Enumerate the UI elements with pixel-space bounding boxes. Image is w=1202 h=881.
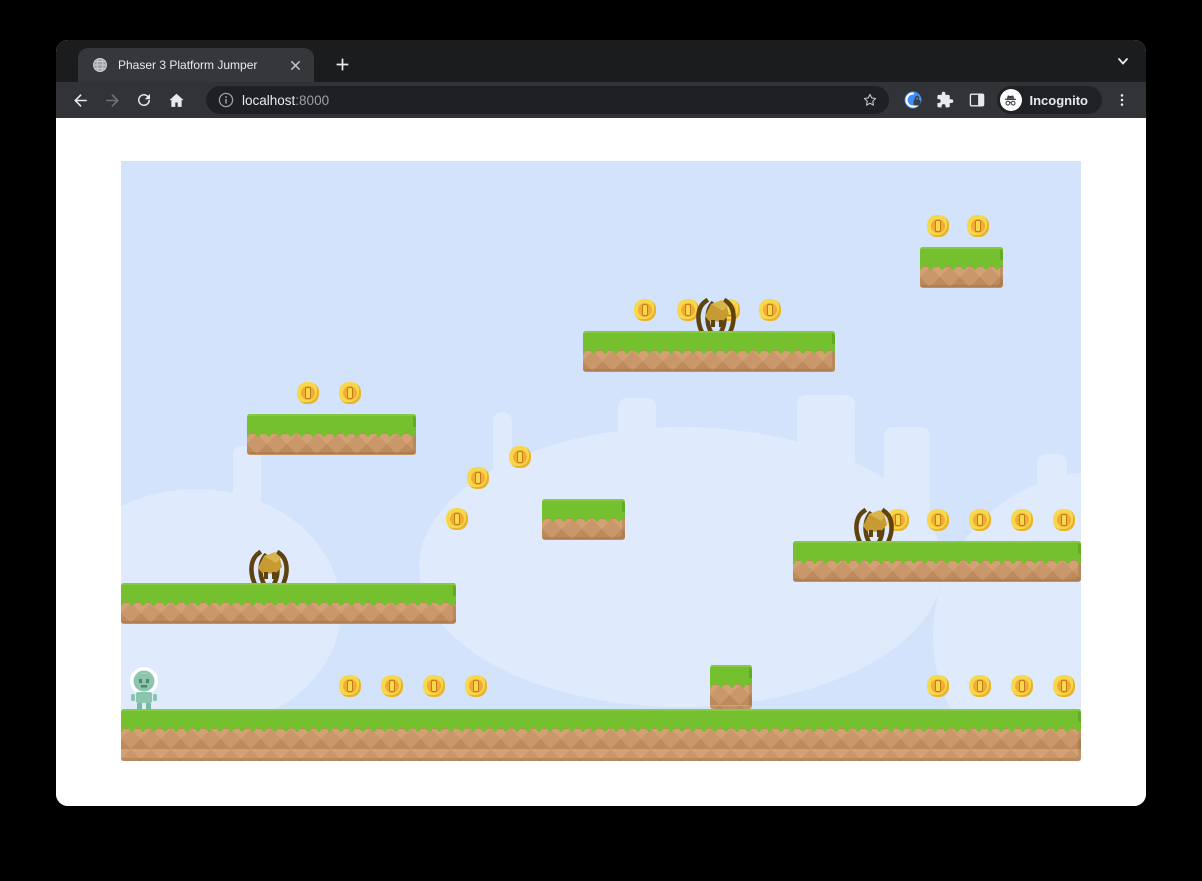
url-port[interactable]: :8000 <box>295 93 329 108</box>
grass-edge <box>583 344 835 354</box>
player <box>126 666 162 715</box>
platform-center-small <box>542 499 625 540</box>
extensions-puzzle-icon[interactable] <box>931 86 959 114</box>
coin <box>759 299 781 321</box>
privacy-extension-icon[interactable] <box>899 86 927 114</box>
platform-left-mid <box>247 414 416 455</box>
grass-edge <box>121 722 1081 732</box>
tab-close-icon[interactable] <box>286 56 304 74</box>
grass-top <box>710 665 752 678</box>
grass-top <box>247 414 416 427</box>
coin <box>381 675 403 697</box>
favicon-globe-icon <box>92 57 108 73</box>
coin <box>446 508 468 530</box>
tab-strip: Phaser 3 Platform Jumper <box>56 40 1146 82</box>
platform-left-long <box>121 583 456 624</box>
platform-center-block <box>710 665 752 709</box>
browser-window: Phaser 3 Platform Jumper <box>56 40 1146 806</box>
incognito-label: Incognito <box>1030 93 1089 108</box>
coin <box>339 675 361 697</box>
coin <box>1053 509 1075 531</box>
platform-right-wide <box>793 541 1081 582</box>
spider-icon <box>692 295 740 331</box>
coin <box>1011 509 1033 531</box>
coin <box>339 382 361 404</box>
enemy-spider <box>692 295 740 336</box>
background-pillar <box>233 446 261 546</box>
background-pillar <box>493 412 512 542</box>
grass-edge <box>121 596 456 606</box>
grass-edge <box>793 554 1081 564</box>
coin <box>1011 675 1033 697</box>
grass-top <box>793 541 1081 554</box>
coin <box>465 675 487 697</box>
platform-top-center <box>583 331 835 372</box>
grass-top <box>542 499 625 512</box>
coin <box>423 675 445 697</box>
bookmark-star-icon[interactable] <box>861 91 879 109</box>
address-bar[interactable]: localhost:8000 <box>206 86 889 114</box>
grass-edge <box>710 678 752 688</box>
game-canvas[interactable] <box>121 161 1081 761</box>
grass-top <box>920 247 1003 260</box>
grass-edge <box>247 427 416 437</box>
coin <box>509 446 531 468</box>
enemy-spider <box>850 505 898 546</box>
coin <box>634 299 656 321</box>
platform-top-right <box>920 247 1003 288</box>
player-astronaut-icon <box>126 666 162 710</box>
browser-tab[interactable]: Phaser 3 Platform Jumper <box>78 48 314 82</box>
incognito-icon <box>1000 89 1022 111</box>
home-button[interactable] <box>162 86 190 114</box>
forward-button[interactable] <box>98 86 126 114</box>
coin <box>969 675 991 697</box>
spider-icon <box>850 505 898 541</box>
coin <box>1053 675 1075 697</box>
new-tab-button[interactable] <box>328 50 356 78</box>
page-content <box>56 118 1146 806</box>
coin <box>927 675 949 697</box>
coin <box>927 215 949 237</box>
grass-edge <box>542 512 625 522</box>
platform-ground <box>121 709 1081 761</box>
coin <box>467 467 489 489</box>
enemy-spider <box>245 547 293 588</box>
background-pillar <box>797 395 855 545</box>
grass-edge <box>920 260 1003 270</box>
coin <box>967 215 989 237</box>
browser-toolbar: localhost:8000 <box>56 82 1146 118</box>
side-panel-icon[interactable] <box>963 86 991 114</box>
site-info-icon[interactable] <box>218 92 234 108</box>
tab-search-chevron-icon[interactable] <box>1113 51 1133 71</box>
coin <box>927 509 949 531</box>
coin <box>969 509 991 531</box>
tab-title: Phaser 3 Platform Jumper <box>118 58 286 72</box>
reload-button[interactable] <box>130 86 158 114</box>
spider-icon <box>245 547 293 583</box>
back-button[interactable] <box>66 86 94 114</box>
grass-top <box>121 709 1081 722</box>
incognito-badge[interactable]: Incognito <box>997 86 1103 114</box>
url-host[interactable]: localhost <box>242 93 295 108</box>
coin <box>297 382 319 404</box>
menu-dots-icon[interactable] <box>1108 86 1136 114</box>
